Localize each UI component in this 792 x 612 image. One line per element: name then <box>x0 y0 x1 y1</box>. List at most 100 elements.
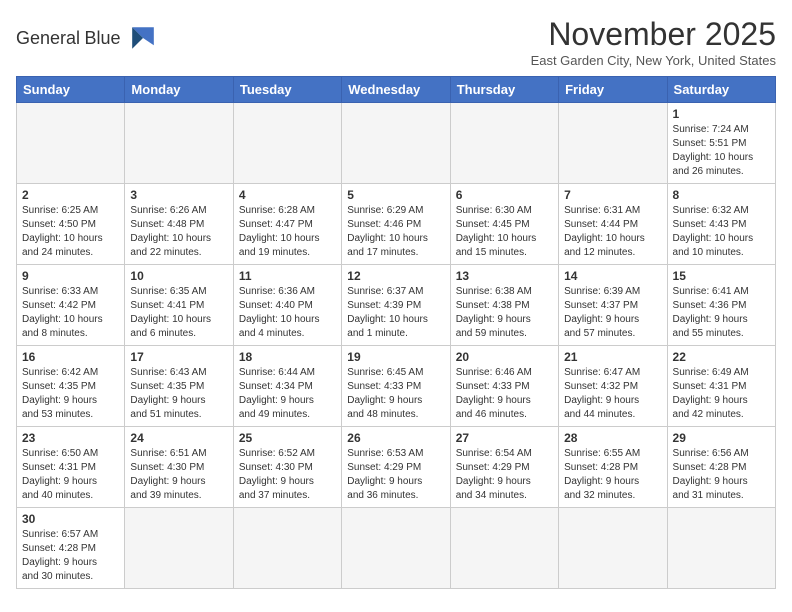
day-info: Sunrise: 6:54 AM Sunset: 4:29 PM Dayligh… <box>456 447 553 503</box>
calendar-day-cell <box>559 103 667 184</box>
calendar-week-3: 9Sunrise: 6:33 AM Sunset: 4:42 PM Daylig… <box>17 265 776 346</box>
day-number: 27 <box>456 431 553 445</box>
day-info: Sunrise: 6:45 AM Sunset: 4:33 PM Dayligh… <box>347 366 444 422</box>
calendar-body: 1 Sunrise: 7:24 AM Sunset: 5:51 PM Daylig… <box>17 103 776 589</box>
day-info: Sunrise: 6:30 AM Sunset: 4:45 PM Dayligh… <box>456 204 553 260</box>
calendar-week-6: 30Sunrise: 6:57 AM Sunset: 4:28 PM Dayli… <box>17 508 776 589</box>
calendar-day-cell: 10 Sunrise: 6:35 AM Sunset: 4:41 PM Dayli… <box>125 265 233 346</box>
calendar-day-cell: 6 Sunrise: 6:30 AM Sunset: 4:45 PM Daylig… <box>450 184 558 265</box>
month-title: November 2025 <box>531 16 776 53</box>
day-number: 28 <box>564 431 661 445</box>
title-block: November 2025 East Garden City, New York… <box>531 16 776 68</box>
calendar-day-cell: 17Sunrise: 6:43 AM Sunset: 4:35 PM Dayli… <box>125 346 233 427</box>
calendar-day-cell: 18 Sunrise: 6:44 AM Sunset: 4:34 PM Dayli… <box>233 346 341 427</box>
day-number: 24 <box>130 431 227 445</box>
calendar-header: SundayMondayTuesdayWednesdayThursdayFrid… <box>17 77 776 103</box>
calendar-day-cell: 27 Sunrise: 6:54 AM Sunset: 4:29 PM Dayli… <box>450 427 558 508</box>
day-number: 6 <box>456 188 553 202</box>
calendar-day-cell: 9Sunrise: 6:33 AM Sunset: 4:42 PM Daylig… <box>17 265 125 346</box>
calendar-day-cell <box>667 508 775 589</box>
calendar-day-cell: 3 Sunrise: 6:26 AM Sunset: 4:48 PM Daylig… <box>125 184 233 265</box>
day-info: Sunrise: 6:28 AM Sunset: 4:47 PM Dayligh… <box>239 204 336 260</box>
calendar-day-cell <box>17 103 125 184</box>
day-info: Sunrise: 6:36 AM Sunset: 4:40 PM Dayligh… <box>239 285 336 341</box>
day-info: Sunrise: 6:26 AM Sunset: 4:48 PM Dayligh… <box>130 204 227 260</box>
day-number: 13 <box>456 269 553 283</box>
calendar-day-cell <box>450 103 558 184</box>
day-number: 18 <box>239 350 336 364</box>
day-info: Sunrise: 6:49 AM Sunset: 4:31 PM Dayligh… <box>673 366 770 422</box>
day-info: Sunrise: 6:42 AM Sunset: 4:35 PM Dayligh… <box>22 366 119 422</box>
day-number: 30 <box>22 512 119 526</box>
calendar-day-cell: 28Sunrise: 6:55 AM Sunset: 4:28 PM Dayli… <box>559 427 667 508</box>
day-number: 2 <box>22 188 119 202</box>
calendar-day-cell: 13 Sunrise: 6:38 AM Sunset: 4:38 PM Dayli… <box>450 265 558 346</box>
calendar-day-cell: 15Sunrise: 6:41 AM Sunset: 4:36 PM Dayli… <box>667 265 775 346</box>
calendar-day-cell: 12Sunrise: 6:37 AM Sunset: 4:39 PM Dayli… <box>342 265 450 346</box>
calendar-day-cell: 22 Sunrise: 6:49 AM Sunset: 4:31 PM Dayli… <box>667 346 775 427</box>
day-number: 20 <box>456 350 553 364</box>
day-number: 9 <box>22 269 119 283</box>
calendar-day-cell: 25Sunrise: 6:52 AM Sunset: 4:30 PM Dayli… <box>233 427 341 508</box>
calendar-day-cell: 30Sunrise: 6:57 AM Sunset: 4:28 PM Dayli… <box>17 508 125 589</box>
generalblue-logo-icon <box>125 20 161 56</box>
day-number: 22 <box>673 350 770 364</box>
calendar-week-2: 2Sunrise: 6:25 AM Sunset: 4:50 PM Daylig… <box>17 184 776 265</box>
day-info: Sunrise: 6:38 AM Sunset: 4:38 PM Dayligh… <box>456 285 553 341</box>
calendar-day-cell: 24Sunrise: 6:51 AM Sunset: 4:30 PM Dayli… <box>125 427 233 508</box>
day-info: Sunrise: 6:56 AM Sunset: 4:28 PM Dayligh… <box>673 447 770 503</box>
calendar-day-cell: 14Sunrise: 6:39 AM Sunset: 4:37 PM Dayli… <box>559 265 667 346</box>
day-info: Sunrise: 6:41 AM Sunset: 4:36 PM Dayligh… <box>673 285 770 341</box>
logo-line2: Blue <box>85 28 121 48</box>
day-number: 26 <box>347 431 444 445</box>
calendar-day-cell <box>233 508 341 589</box>
day-number: 1 <box>673 107 770 121</box>
day-info: Sunrise: 6:43 AM Sunset: 4:35 PM Dayligh… <box>130 366 227 422</box>
day-info: Sunrise: 6:29 AM Sunset: 4:46 PM Dayligh… <box>347 204 444 260</box>
calendar-day-cell: 26 Sunrise: 6:53 AM Sunset: 4:29 PM Dayli… <box>342 427 450 508</box>
weekday-row: SundayMondayTuesdayWednesdayThursdayFrid… <box>17 77 776 103</box>
calendar-day-cell: 7 Sunrise: 6:31 AM Sunset: 4:44 PM Daylig… <box>559 184 667 265</box>
page: General Blue November 2025 East Garden C… <box>0 0 792 599</box>
calendar-day-cell: 20 Sunrise: 6:46 AM Sunset: 4:33 PM Dayli… <box>450 346 558 427</box>
day-info: Sunrise: 6:35 AM Sunset: 4:41 PM Dayligh… <box>130 285 227 341</box>
logo-text-block: General Blue <box>16 28 121 49</box>
day-info: Sunrise: 7:24 AM Sunset: 5:51 PM Dayligh… <box>673 123 770 179</box>
day-info: Sunrise: 6:44 AM Sunset: 4:34 PM Dayligh… <box>239 366 336 422</box>
weekday-header-tuesday: Tuesday <box>233 77 341 103</box>
day-number: 23 <box>22 431 119 445</box>
weekday-header-saturday: Saturday <box>667 77 775 103</box>
weekday-header-sunday: Sunday <box>17 77 125 103</box>
weekday-header-friday: Friday <box>559 77 667 103</box>
day-number: 10 <box>130 269 227 283</box>
day-info: Sunrise: 6:47 AM Sunset: 4:32 PM Dayligh… <box>564 366 661 422</box>
day-info: Sunrise: 6:53 AM Sunset: 4:29 PM Dayligh… <box>347 447 444 503</box>
calendar-day-cell: 2Sunrise: 6:25 AM Sunset: 4:50 PM Daylig… <box>17 184 125 265</box>
subtitle: East Garden City, New York, United State… <box>531 53 776 68</box>
calendar-day-cell: 19Sunrise: 6:45 AM Sunset: 4:33 PM Dayli… <box>342 346 450 427</box>
day-number: 4 <box>239 188 336 202</box>
day-info: Sunrise: 6:39 AM Sunset: 4:37 PM Dayligh… <box>564 285 661 341</box>
calendar-day-cell: 5 Sunrise: 6:29 AM Sunset: 4:46 PM Daylig… <box>342 184 450 265</box>
calendar-day-cell: 4 Sunrise: 6:28 AM Sunset: 4:47 PM Daylig… <box>233 184 341 265</box>
day-number: 7 <box>564 188 661 202</box>
day-info: Sunrise: 6:37 AM Sunset: 4:39 PM Dayligh… <box>347 285 444 341</box>
day-info: Sunrise: 6:52 AM Sunset: 4:30 PM Dayligh… <box>239 447 336 503</box>
calendar-day-cell <box>125 508 233 589</box>
calendar-day-cell <box>342 508 450 589</box>
day-info: Sunrise: 6:46 AM Sunset: 4:33 PM Dayligh… <box>456 366 553 422</box>
day-number: 5 <box>347 188 444 202</box>
calendar-day-cell: 23Sunrise: 6:50 AM Sunset: 4:31 PM Dayli… <box>17 427 125 508</box>
day-info: Sunrise: 6:31 AM Sunset: 4:44 PM Dayligh… <box>564 204 661 260</box>
day-number: 8 <box>673 188 770 202</box>
calendar-table: SundayMondayTuesdayWednesdayThursdayFrid… <box>16 76 776 589</box>
calendar-day-cell <box>125 103 233 184</box>
calendar-day-cell: 16Sunrise: 6:42 AM Sunset: 4:35 PM Dayli… <box>17 346 125 427</box>
day-number: 21 <box>564 350 661 364</box>
logo-line1: General <box>16 28 80 48</box>
day-number: 3 <box>130 188 227 202</box>
calendar-week-1: 1 Sunrise: 7:24 AM Sunset: 5:51 PM Daylig… <box>17 103 776 184</box>
calendar-day-cell: 11Sunrise: 6:36 AM Sunset: 4:40 PM Dayli… <box>233 265 341 346</box>
calendar-week-5: 23Sunrise: 6:50 AM Sunset: 4:31 PM Dayli… <box>17 427 776 508</box>
calendar-day-cell <box>559 508 667 589</box>
